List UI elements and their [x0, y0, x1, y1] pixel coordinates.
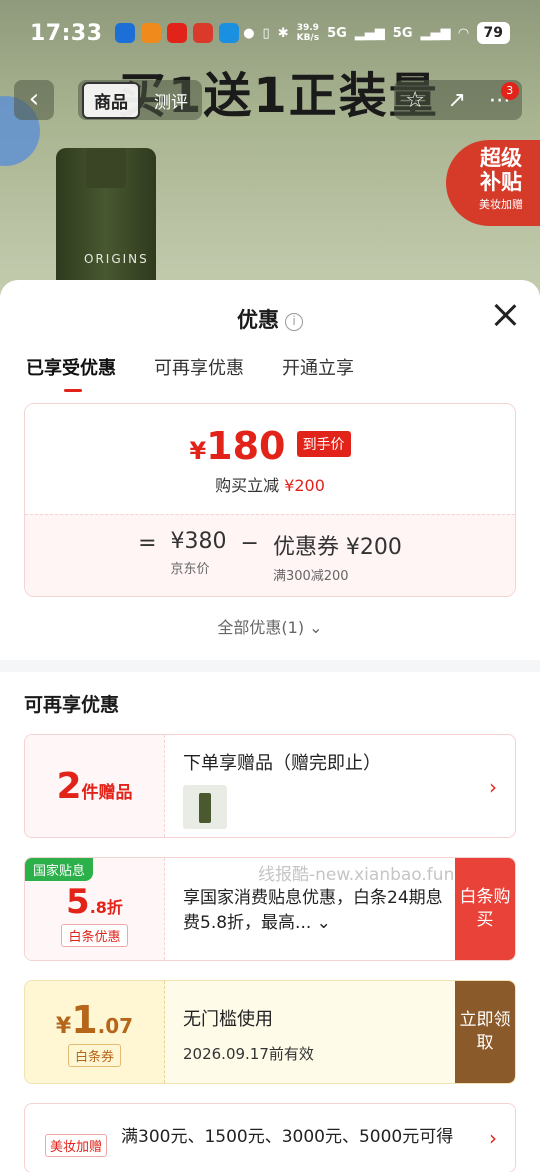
- vibrate-icon: ▯: [262, 25, 270, 41]
- baitiao-buy-button[interactable]: 白条购买: [455, 858, 515, 960]
- product-nav-tabs: 商品 测评: [78, 80, 202, 120]
- claim-coupon-button[interactable]: 立即领取: [455, 981, 515, 1083]
- gift-offer-card[interactable]: 2件赠品 下单享赠品（赠完即止） ›: [24, 734, 516, 838]
- final-price: ¥180: [189, 424, 286, 468]
- status-time: 17:33: [30, 20, 103, 46]
- super-subsidy-badge[interactable]: 超级 补贴 美妆加赠: [446, 140, 540, 226]
- chevron-right-icon: ›: [489, 775, 497, 799]
- info-icon[interactable]: i: [285, 313, 303, 331]
- close-button[interactable]: [492, 302, 518, 328]
- back-button[interactable]: ‹: [14, 80, 54, 120]
- baitiao-discount-tag: 白条优惠: [61, 923, 128, 947]
- product-header: 17:33 ● ▯ ✱ 39.9 KB/s 5G ▂▄▆ 5G ▂▄▆ ◠ 79 …: [0, 0, 540, 300]
- tab-more-discounts[interactable]: 可再享优惠: [154, 354, 244, 380]
- wifi-icon: ◠: [458, 25, 469, 41]
- discount-rate: 5.8折: [66, 881, 123, 922]
- watermark: 线报酷-new.xianbao.fun: [258, 865, 455, 885]
- favorite-star-icon[interactable]: ☆: [405, 88, 425, 113]
- gift-offer-title: 下单享赠品（赠完即止）: [183, 753, 381, 774]
- chevron-down-icon[interactable]: ⌄: [317, 913, 331, 933]
- beauty-gift-offer-card[interactable]: 美妆加赠 满300元、1500元、3000元、5000元可得 ›: [24, 1103, 516, 1172]
- tab-activate-discounts[interactable]: 开通立享: [282, 354, 354, 380]
- app-notification-icon: [192, 23, 213, 43]
- equals-sign: =: [138, 531, 157, 556]
- net-speed: 39.9 KB/s: [296, 23, 320, 43]
- gift-thumbnail: [183, 785, 227, 829]
- baitiao-coupon-tag: 白条券: [67, 1043, 121, 1067]
- discount-sheet: 优惠 i 已享受优惠 可再享优惠 开通立享 ¥180 到手价 购买立减 ¥200 …: [0, 280, 540, 1172]
- signal-bars-icon: ▂▄▆: [420, 25, 451, 41]
- chevron-down-icon: ⌄: [309, 618, 323, 637]
- product-brand-label: ORIGINS: [84, 252, 149, 266]
- coupon-validity: 2026.09.17前有效: [183, 1045, 314, 1063]
- discount-tabs: 已享受优惠 可再享优惠 开通立享: [26, 354, 354, 392]
- tab-review[interactable]: 测评: [144, 84, 198, 117]
- gov-subsidy-tag: 国家贴息: [25, 858, 94, 881]
- coupon-offer-card: ¥1.07 白条券 无门槛使用 2026.09.17前有效 立即领取: [24, 980, 516, 1084]
- app-notification-icon: [114, 23, 135, 43]
- sheet-title: 优惠 i: [0, 304, 540, 334]
- signal-5g-a: 5G: [327, 25, 347, 41]
- battery-indicator: 79: [476, 22, 510, 44]
- status-indicators: ● ▯ ✱ 39.9 KB/s 5G ▂▄▆ 5G ▂▄▆ ◠ 79: [243, 22, 510, 44]
- signal-5g-b: 5G: [392, 25, 413, 41]
- message-badge: 3: [500, 81, 519, 100]
- reduce-line: 购买立减 ¥200: [215, 476, 325, 495]
- tab-product[interactable]: 商品: [82, 81, 140, 119]
- header-action-icons: ☆ ↗ ⋯ 3: [394, 80, 522, 120]
- final-price-tag: 到手价: [296, 431, 351, 457]
- location-icon: ●: [243, 25, 255, 41]
- chevron-right-icon: ›: [489, 1126, 497, 1150]
- jd-price: ¥380 京东价: [170, 529, 227, 577]
- bluetooth-icon: ✱: [277, 25, 289, 41]
- minus-sign: −: [240, 531, 259, 556]
- price-breakdown-card: ¥180 到手价 购买立减 ¥200 = ¥380 京东价 − 优惠券 ¥200…: [24, 403, 516, 597]
- beauty-gift-tag: 美妆加赠: [45, 1134, 108, 1157]
- app-notification-icon: [218, 23, 239, 43]
- section-title: 可再享优惠: [24, 694, 120, 716]
- more-icon[interactable]: ⋯ 3: [489, 81, 519, 113]
- tab-enjoyed-discounts[interactable]: 已享受优惠: [26, 354, 116, 392]
- share-icon[interactable]: ↗: [448, 88, 466, 113]
- status-app-icons: [114, 23, 239, 43]
- coupon-deduction: 优惠券 ¥200 满300减200: [272, 535, 402, 584]
- app-notification-icon: [140, 23, 161, 43]
- all-discounts-link[interactable]: 全部优惠(1) ⌄: [0, 614, 540, 638]
- section-divider: [0, 660, 540, 672]
- app-notification-icon: [166, 23, 187, 43]
- gift-count: 2件赠品: [56, 765, 133, 807]
- coupon-title: 无门槛使用: [183, 1009, 273, 1030]
- coupon-amount: ¥1.07: [55, 997, 134, 1042]
- signal-bars-icon: ▂▄▆: [354, 25, 385, 41]
- product-bottle-cap: [86, 148, 126, 188]
